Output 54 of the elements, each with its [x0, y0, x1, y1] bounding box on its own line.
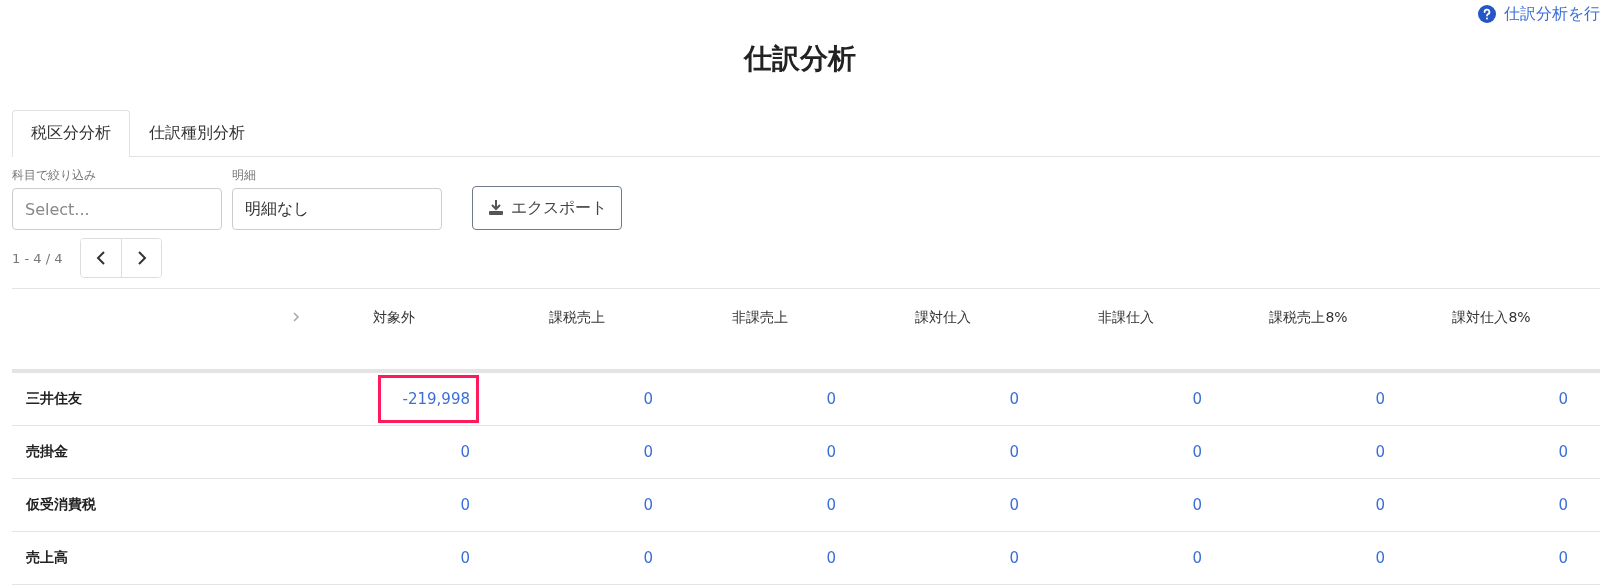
field-label: 明細 — [232, 167, 257, 184]
next-page-button[interactable] — [121, 239, 162, 277]
amount-link[interactable]: 0 — [1533, 428, 1577, 476]
page-title: 仕訳分析 — [742, 41, 857, 77]
amount-link[interactable]: 0 — [618, 481, 662, 529]
amount-link[interactable]: 0 — [801, 481, 845, 529]
row-label: 仮受消費税 — [26, 496, 96, 514]
download-icon — [487, 199, 505, 217]
amount-link[interactable]: 0 — [435, 481, 479, 529]
page-range: 1 - 4 / 4 — [12, 250, 63, 266]
column-header: 非課仕入 — [1097, 309, 1154, 327]
amount-link[interactable]: 0 — [1167, 534, 1211, 582]
amount-link[interactable]: 0 — [1350, 481, 1394, 529]
detail-select[interactable]: 明細なし — [232, 188, 442, 230]
amount-link[interactable]: 0 — [801, 534, 845, 582]
amount-link[interactable]: 0 — [1350, 375, 1394, 423]
amount-link[interactable]: 0 — [801, 428, 845, 476]
chevron-right-icon — [136, 251, 147, 265]
amount-link[interactable]: 0 — [984, 534, 1028, 582]
amount-link[interactable]: 0 — [1533, 534, 1577, 582]
amount-link[interactable]: 0 — [1167, 481, 1211, 529]
column-header: 対象外 — [372, 309, 415, 327]
column-header: 非課売上 — [731, 309, 788, 327]
amount-link[interactable]: 0 — [618, 375, 662, 423]
amount-link[interactable]: 0 — [435, 534, 479, 582]
row-label: 売上高 — [26, 549, 68, 567]
column-header: 課税売上 — [548, 309, 605, 327]
amount-link[interactable]: 0 — [984, 428, 1028, 476]
amount-link[interactable]: 0 — [435, 428, 479, 476]
row-label: 三井住友 — [26, 390, 82, 408]
amount-link[interactable]: 0 — [618, 428, 662, 476]
amount-link[interactable]: 0 — [1533, 375, 1577, 423]
column-header: 課税売上8% — [1269, 309, 1348, 327]
amount-link[interactable]: 0 — [984, 481, 1028, 529]
tab[interactable]: 税区分分析 — [12, 110, 130, 157]
amount-link[interactable]: 0 — [801, 375, 845, 423]
amount-link[interactable]: 0 — [1167, 428, 1211, 476]
help-icon — [1478, 5, 1496, 23]
amount-link[interactable]: 0 — [618, 534, 662, 582]
amount-link[interactable]: 0 — [984, 375, 1028, 423]
help-link[interactable]: 仕訳分析を行 — [1478, 2, 1600, 26]
column-header: 課対仕入 — [914, 309, 971, 327]
tab[interactable]: 仕訳種別分析 — [130, 110, 264, 157]
amount-link[interactable]: 0 — [1167, 375, 1211, 423]
account-select[interactable]: Select... — [12, 188, 222, 230]
column-header: 課対仕入8% — [1452, 309, 1531, 327]
amount-link[interactable]: -219,998 — [377, 375, 479, 423]
chevron-left-icon — [96, 251, 107, 265]
export-button[interactable]: エクスポート — [472, 186, 622, 230]
amount-link[interactable]: 0 — [1350, 428, 1394, 476]
field-label: 科目で絞り込み — [12, 167, 97, 184]
row-label: 売掛金 — [26, 443, 68, 461]
amount-link[interactable]: 0 — [1533, 481, 1577, 529]
amount-link[interactable]: 0 — [1350, 534, 1394, 582]
